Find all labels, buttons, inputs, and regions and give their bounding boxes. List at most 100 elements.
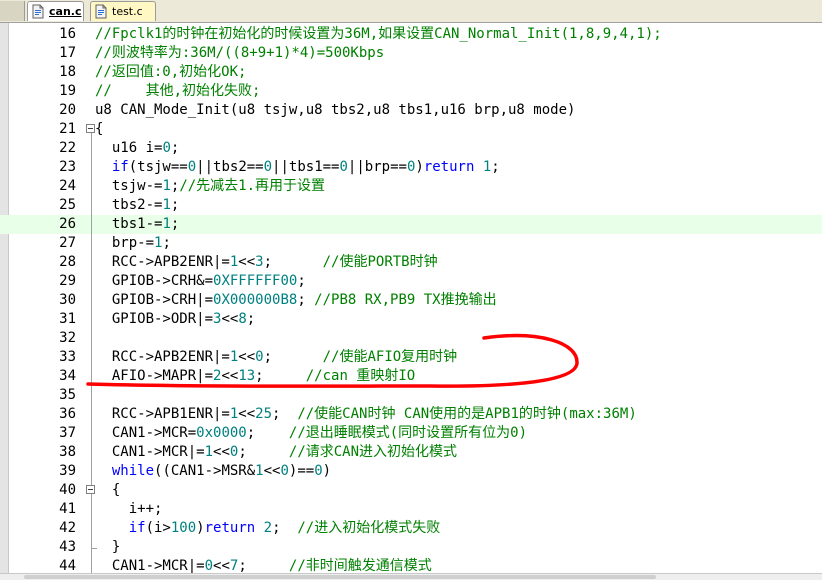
fold-guide — [91, 133, 92, 485]
code-line[interactable]: 31 GPIOB->ODR|=3<<8; — [0, 310, 822, 329]
line-number: 31 — [59, 311, 76, 327]
code-line[interactable]: 34 AFIO->MAPR|=2<<13; //can 重映射IO — [0, 367, 822, 386]
line-number: 28 — [59, 254, 76, 270]
code-editor[interactable]: 16 //Fpclk1的时钟在初始化的时候设置为36M,如果设置CAN_Norma… — [0, 23, 822, 573]
code-token: } — [95, 539, 121, 555]
line-number: 38 — [59, 444, 76, 460]
code-token: )== — [288, 463, 315, 479]
scrollbar-thumb[interactable] — [24, 575, 656, 579]
code-line[interactable]: 39 while((CAN1->MSR&1<<0)==0) — [0, 462, 822, 481]
fold-toggle-icon[interactable] — [86, 485, 95, 494]
code-token: brp-= — [95, 235, 155, 251]
code-text: GPIOB->ODR|=3<<8; — [95, 310, 255, 329]
code-number: 0X000000B8 — [213, 292, 298, 308]
code-text: GPIOB->CRH|=0X000000B8; //PB8 RX,PB9 TX推… — [95, 291, 497, 310]
code-line[interactable]: 26 tbs1-=1; — [0, 215, 822, 234]
code-number: 8 — [238, 311, 247, 327]
code-line[interactable]: 24 tsjw-=1;//先减去1.再用于设置 — [0, 177, 822, 196]
code-token: ; — [255, 368, 306, 384]
code-token: ||tbs1== — [272, 159, 340, 175]
tab-can-c[interactable]: can.c — [27, 1, 84, 21]
code-line[interactable]: 41 i++; — [0, 500, 822, 519]
code-token: << — [221, 368, 239, 384]
code-text: if(tsjw==0||tbs2==0||tbs1==0||brp==0)ret… — [95, 158, 500, 177]
code-token: ((CAN1->MSR& — [154, 463, 256, 479]
code-comment: //PB8 RX,PB9 TX推挽输出 — [314, 292, 497, 308]
line-number: 37 — [59, 425, 76, 441]
code-line[interactable]: 25 tbs2-=1; — [0, 196, 822, 215]
code-token: RCC->APB1ENR|= — [95, 406, 230, 422]
code-token: ; — [246, 425, 289, 441]
code-line[interactable]: 19 // 其他,初始化失败; — [0, 82, 822, 101]
code-token: CAN1->MCR|= — [95, 444, 205, 460]
tab-label: test.c — [112, 5, 143, 18]
code-line[interactable]: 43 } — [0, 538, 822, 557]
code-line[interactable]: 21 { — [0, 120, 822, 139]
code-token: << — [238, 406, 256, 422]
code-token: ; — [170, 216, 180, 232]
code-token: << — [213, 444, 230, 460]
code-number: 1 — [482, 159, 492, 175]
code-token: ; — [297, 273, 306, 289]
fold-toggle-icon[interactable] — [86, 124, 95, 133]
code-token: ; — [491, 159, 500, 175]
code-line[interactable]: 22 u16 i=0; — [0, 139, 822, 158]
code-line[interactable]: 18 //返回值:0,初始化OK; — [0, 63, 822, 82]
code-line[interactable]: 29 GPIOB->CRH&=0XFFFFFF00; — [0, 272, 822, 291]
tab-scroll-area[interactable] — [0, 1, 25, 21]
line-number: 36 — [59, 406, 76, 422]
code-line[interactable]: 36 RCC->APB1ENR|=1<<25; //使能CAN时钟 CAN使用的… — [0, 405, 822, 424]
code-text: if(i>100)return 2; //进入初始化模式失败 — [95, 519, 441, 538]
code-token: u16 i= — [95, 140, 163, 156]
code-token: tbs2-= — [95, 197, 163, 213]
code-line[interactable]: 23 if(tsjw==0||tbs2==0||tbs1==0||brp==0)… — [0, 158, 822, 177]
code-line[interactable]: 37 CAN1->MCR=0x0000; //退出睡眠模式(同时设置所有位为0) — [0, 424, 822, 443]
fold-guide — [91, 494, 92, 538]
code-token: ) — [196, 520, 205, 536]
code-comment: // 其他,初始化失败; — [95, 83, 261, 99]
code-line[interactable]: 27 brp-=1; — [0, 234, 822, 253]
code-line[interactable]: 44 CAN1->MCR|=0<<7; //非时间触发通信模式 — [0, 557, 822, 573]
code-line[interactable]: 16 //Fpclk1的时钟在初始化的时候设置为36M,如果设置CAN_Norma… — [0, 25, 822, 44]
code-token: i++; — [95, 501, 163, 517]
code-comment: //进入初始化模式失败 — [297, 520, 441, 536]
code-token: u8 CAN_Mode_Init(u8 tsjw,u8 tbs2,u8 tbs1… — [95, 102, 576, 118]
code-token: AFIO->MAPR|= — [95, 368, 214, 384]
code-text: tbs2-=1; — [95, 196, 179, 215]
code-number: 0 — [314, 463, 323, 479]
code-token: GPIOB->CRH&= — [95, 273, 214, 289]
code-line[interactable]: 35 — [0, 386, 822, 405]
code-line[interactable]: 32 — [0, 329, 822, 348]
code-text: //则波特率为:36M/((8+9+1)*4)=500Kbps — [95, 44, 384, 63]
code-token: RCC->APB2ENR|= — [95, 349, 230, 365]
code-line[interactable]: 20 u8 CAN_Mode_Init(u8 tsjw,u8 tbs2,u8 tb… — [0, 101, 822, 120]
code-comment: //使能AFIO复用时钟 — [322, 349, 458, 365]
line-number: 33 — [59, 349, 76, 365]
code-number: 1 — [162, 197, 171, 213]
tab-test-c[interactable]: test.c — [90, 1, 156, 21]
code-token: { — [95, 121, 104, 137]
line-number: 20 — [59, 102, 76, 118]
code-token: (i> — [145, 520, 171, 536]
code-line[interactable]: 17 //则波特率为:36M/((8+9+1)*4)=500Kbps — [0, 44, 822, 63]
code-line[interactable]: 30 GPIOB->CRH|=0X000000B8; //PB8 RX,PB9 … — [0, 291, 822, 310]
code-comment: //请求CAN进入初始化模式 — [288, 444, 458, 460]
fold-guide — [91, 548, 92, 573]
line-number: 26 — [59, 216, 76, 232]
code-line[interactable]: 40 { — [0, 481, 822, 500]
line-number: 32 — [59, 330, 76, 346]
code-number: 1 — [255, 463, 264, 479]
code-text: tsjw-=1;//先减去1.再用于设置 — [95, 177, 325, 196]
code-token: ) — [322, 463, 332, 479]
code-line[interactable]: 42 if(i>100)return 2; //进入初始化模式失败 — [0, 519, 822, 538]
code-text: CAN1->MCR|=0<<7; //非时间触发通信模式 — [95, 557, 432, 573]
code-text: CAN1->MCR=0x0000; //退出睡眠模式(同时设置所有位为0) — [95, 424, 527, 443]
c-file-icon — [32, 4, 44, 19]
code-text: // 其他,初始化失败; — [95, 82, 260, 101]
code-number: 0 — [187, 159, 197, 175]
code-line[interactable]: 38 CAN1->MCR|=1<<0; //请求CAN进入初始化模式 — [0, 443, 822, 462]
code-token: << — [263, 463, 281, 479]
code-line[interactable]: 28 RCC->APB2ENR|=1<<3; //使能PORTB时钟 — [0, 253, 822, 272]
code-line[interactable]: 33 RCC->APB2ENR|=1<<0; //使能AFIO复用时钟 — [0, 348, 822, 367]
